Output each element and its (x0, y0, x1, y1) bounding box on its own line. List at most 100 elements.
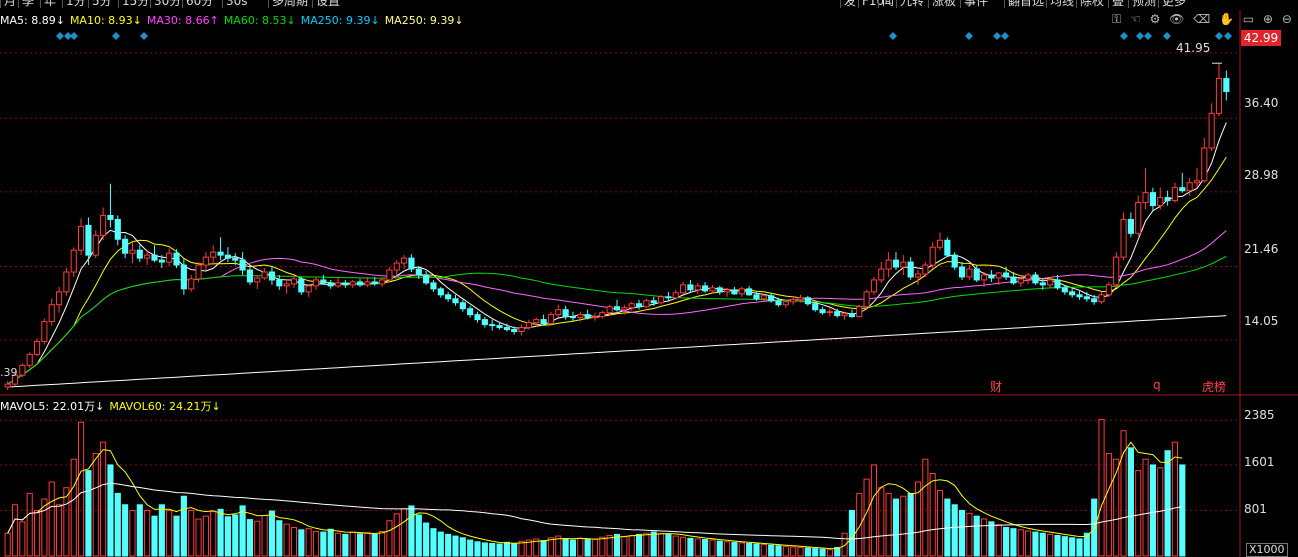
volume-bar (819, 548, 826, 557)
signal-diamond (70, 32, 78, 40)
toolbar-right-item[interactable]: 更多 (1158, 0, 1189, 8)
toolbar-item[interactable]: 60分 (182, 0, 216, 8)
candle-body (797, 297, 804, 301)
toolbar-right-item[interactable]: 九转 (896, 0, 927, 8)
volume-bar (511, 542, 518, 557)
candle-body (489, 324, 496, 327)
volume-bar (1171, 441, 1179, 557)
toolbar-right-item[interactable]: 翻首选 (1004, 0, 1047, 8)
toolbar-item[interactable]: 设置 (312, 0, 343, 8)
hand-icon[interactable]: ☜ (1130, 12, 1141, 26)
candlestick-chart[interactable] (0, 0, 1298, 557)
candle-body (731, 289, 738, 295)
briefcase-icon[interactable]: ▭ (1243, 12, 1254, 26)
volume-bar (1010, 528, 1017, 557)
volume-bar (481, 542, 488, 557)
toolbar-right-item[interactable]: 均线 (1046, 0, 1077, 8)
candle-body (290, 278, 298, 285)
candle-body (1120, 218, 1127, 258)
volume-bar (78, 421, 85, 557)
candle-body (812, 303, 819, 311)
volume-bar (848, 509, 855, 557)
toolbar-item[interactable]: 15分 (118, 0, 152, 8)
candle-body (423, 274, 430, 284)
ma-line (7, 122, 1227, 385)
grab-icon[interactable]: ✋ (1219, 12, 1234, 26)
candle-body (569, 316, 577, 319)
volume-bar (144, 509, 151, 557)
volume-bar (936, 490, 944, 557)
candle-body (826, 311, 833, 314)
trash-icon[interactable]: ⌫ (1193, 12, 1210, 26)
candle-body (746, 288, 753, 296)
toolbar-item[interactable]: 30分 (150, 0, 184, 8)
signal-diamond (56, 32, 64, 40)
gear-icon[interactable]: ⚙ (1150, 12, 1161, 26)
candle-body (1076, 294, 1083, 298)
candle-body (599, 312, 606, 318)
volume-bar (1025, 530, 1032, 557)
event-marker[interactable]: 龙虎榜 (1202, 378, 1226, 395)
candle-body (452, 298, 459, 304)
candle-body (878, 268, 885, 281)
eye-icon[interactable]: 👁 (1169, 12, 1184, 26)
toolbar-item[interactable]: 5分 (88, 0, 115, 8)
zoom-out-icon[interactable]: ⊖ (1282, 12, 1292, 26)
candle-body (173, 252, 180, 266)
candle-body (481, 319, 488, 326)
toolbar-right-item[interactable]: 叠 (1108, 0, 1127, 8)
volume-bar (298, 529, 305, 557)
signal-diamond (889, 32, 897, 40)
volume-bar (19, 521, 26, 557)
candle-body (680, 284, 687, 294)
volume-bar (261, 515, 268, 557)
lock-icon[interactable]: ⚿ (1112, 12, 1121, 26)
toolbar-item[interactable]: 季 (18, 0, 37, 8)
candle-body (467, 308, 474, 316)
legend-entry: MA10: 8.93↓ (69, 14, 142, 27)
toolbar-right-item[interactable]: 除权 (1076, 0, 1107, 8)
ma-line (7, 156, 1227, 385)
toolbar-item[interactable]: 多周期 (268, 0, 311, 8)
toolbar-item[interactable]: 月 (0, 0, 19, 8)
volume-bar (166, 509, 173, 557)
toolbar-right-item[interactable]: 涨板 (928, 0, 959, 8)
volume-bar (437, 531, 444, 557)
toolbar-right-item[interactable]: 预测 (1128, 0, 1159, 8)
volume-bar (85, 470, 92, 557)
volume-bar (775, 545, 782, 557)
candle-body (760, 295, 767, 300)
candle-body (437, 288, 444, 296)
volume-bar (907, 492, 914, 557)
event-marker[interactable]: 财 (990, 378, 1002, 395)
volume-bar (379, 531, 386, 557)
candle-body (643, 300, 650, 308)
candle-body (1032, 274, 1039, 284)
volume-bar (342, 533, 349, 557)
zoom-in-icon[interactable]: ⊕ (1263, 12, 1273, 26)
candle-body (430, 282, 437, 290)
volume-bar (635, 533, 643, 557)
volume-bar (312, 531, 320, 557)
volume-bar (430, 528, 437, 557)
candle-body (1223, 78, 1230, 92)
candle-body (672, 292, 679, 299)
candle-body (1208, 112, 1215, 149)
legend-entry: MA250: 9.39↓ (384, 14, 464, 27)
volume-bar (11, 504, 19, 557)
toolbar-item[interactable]: 30s (222, 0, 251, 8)
candle-body (268, 271, 276, 281)
volume-bar (1098, 418, 1105, 557)
legend-entry: MAVOL60: 24.21万↓ (109, 400, 221, 413)
toolbar-right-item[interactable]: 事件 (960, 0, 991, 8)
toolbar-item[interactable]: 1分 (62, 0, 89, 8)
candle-body (900, 261, 907, 268)
volume-bar (503, 541, 510, 557)
candle-body (217, 251, 224, 256)
toolbar-right-item[interactable]: 闻 (878, 0, 897, 8)
toolbar-item[interactable]: 年 (40, 0, 59, 8)
toolbar-right-item[interactable]: 发 (840, 0, 859, 8)
volume-bar (1135, 470, 1142, 557)
candle-body (232, 257, 239, 261)
event-marker[interactable]: q (1153, 378, 1161, 392)
